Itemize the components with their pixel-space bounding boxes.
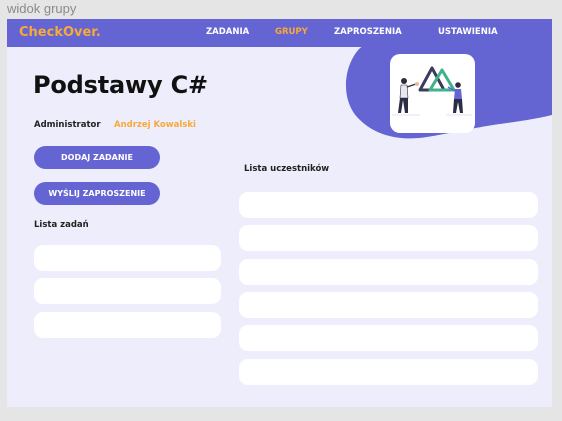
- tasks-list-title: Lista zadań: [34, 220, 89, 230]
- student-list-item[interactable]: [239, 325, 538, 351]
- group-illustration: [390, 54, 475, 133]
- students-list-title: Lista uczestników: [244, 164, 330, 174]
- group-view: CheckOver. ZADANIA GRUPY ZAPROSZENIA UST…: [7, 19, 552, 407]
- nav-link-ustawienia[interactable]: USTAWIENIA: [438, 27, 498, 37]
- task-list-item[interactable]: [34, 312, 221, 338]
- page-title: Podstawy C#: [33, 71, 208, 99]
- top-navbar: CheckOver. ZADANIA GRUPY ZAPROSZENIA UST…: [7, 19, 552, 47]
- student-list-item[interactable]: [239, 359, 538, 385]
- student-list-item[interactable]: [239, 292, 538, 318]
- send-invite-button[interactable]: WYŚLIJ ZAPROSZENIE: [34, 182, 160, 205]
- window-title: widok grupy: [7, 1, 77, 16]
- nav-link-zadania[interactable]: ZADANIA: [206, 27, 249, 37]
- task-list-item[interactable]: [34, 278, 221, 304]
- add-task-button[interactable]: DODAJ ZADANIE: [34, 146, 160, 169]
- admin-label: Administrator: [34, 120, 101, 130]
- nav-link-grupy[interactable]: GRUPY: [275, 27, 308, 37]
- task-list-item[interactable]: [34, 245, 221, 271]
- student-list-item[interactable]: [239, 192, 538, 218]
- people-with-logo-illustration-icon: [392, 66, 472, 116]
- student-list-item[interactable]: [239, 225, 538, 251]
- student-list-item[interactable]: [239, 259, 538, 285]
- nav-link-zaproszenia[interactable]: ZAPROSZENIA: [334, 27, 402, 37]
- app-logo[interactable]: CheckOver.: [19, 25, 101, 40]
- admin-name: Andrzej Kowalski: [114, 120, 196, 130]
